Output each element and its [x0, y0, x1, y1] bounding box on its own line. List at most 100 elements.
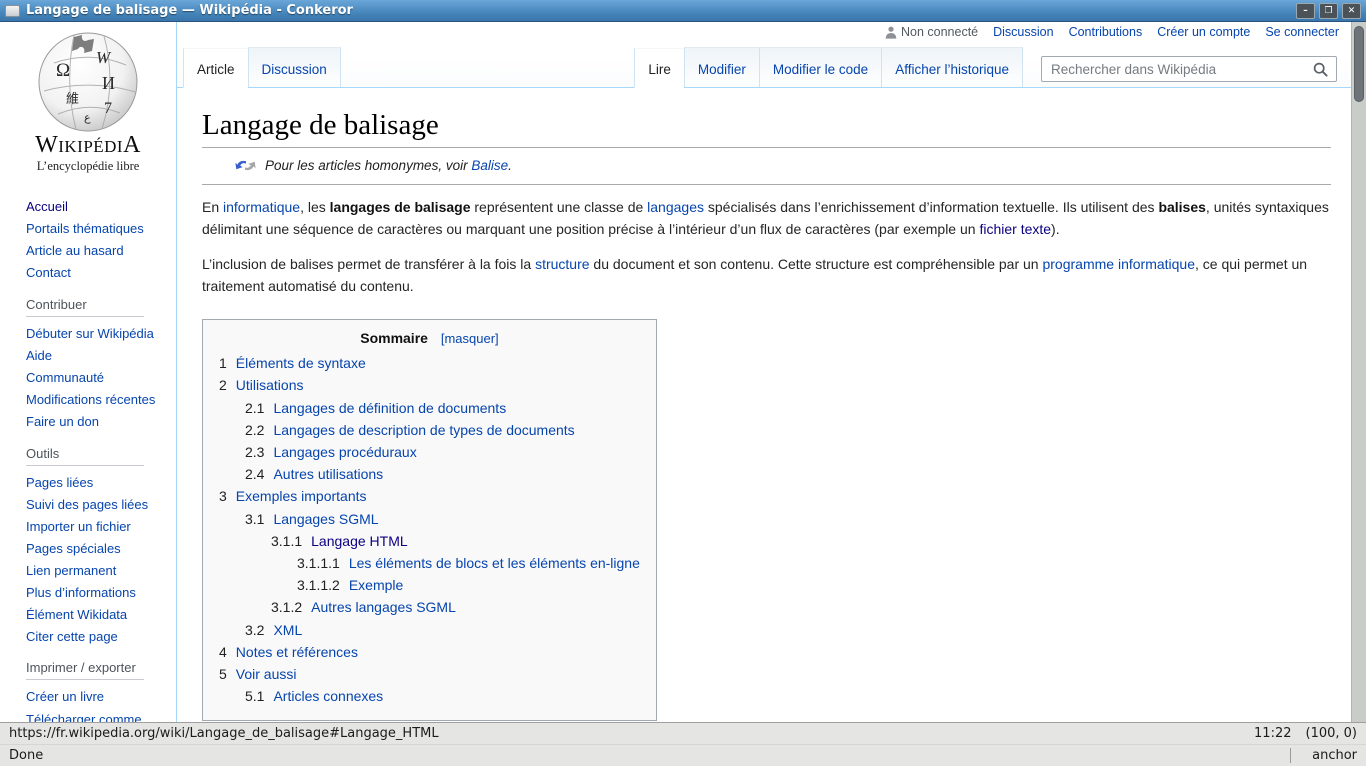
sidebar-item-faire-un-don[interactable]: Faire un don [26, 413, 164, 431]
sidebar-link-citer-cette-page[interactable]: Citer cette page [26, 629, 118, 644]
minimize-button[interactable]: – [1296, 3, 1315, 19]
wikipedia-logo[interactable]: Ω W И 維 7 ع WikipédiA L’encyclopédie lib… [0, 22, 176, 174]
sidebar-item-portails-thematiques[interactable]: Portails thématiques [26, 220, 164, 238]
wiki-link-programme-informatique[interactable]: programme informatique [1042, 256, 1195, 272]
toc-item-1[interactable]: 1Éléments de syntaxe [219, 352, 640, 374]
toc-link-exemple[interactable]: Exemple [349, 577, 403, 593]
personal-link-contributions[interactable]: Contributions [1069, 25, 1143, 39]
personal-link-creer-un-compte[interactable]: Créer un compte [1157, 25, 1250, 39]
toc-item-3-2[interactable]: 3.2XML [219, 619, 640, 641]
sidebar-item-lien-permanent[interactable]: Lien permanent [26, 562, 164, 580]
toc-item-5-1[interactable]: 5.1Articles connexes [219, 685, 640, 707]
sidebar-link-lien-permanent[interactable]: Lien permanent [26, 563, 116, 578]
toc-hide-toggle[interactable]: [masquer] [441, 331, 499, 346]
toc-link-langages-sgml[interactable]: Langages SGML [273, 511, 378, 527]
sidebar-item-element-wikidata[interactable]: Élément Wikidata [26, 606, 164, 624]
toc-item-2-1[interactable]: 2.1Langages de définition de documents [219, 397, 640, 419]
sidebar-item-debuter-sur-wikipedia[interactable]: Débuter sur Wikipédia [26, 325, 164, 343]
sidebar-item-contact[interactable]: Contact [26, 264, 164, 282]
sidebar-link-accueil[interactable]: Accueil [26, 199, 68, 214]
toc-link-utilisations[interactable]: Utilisations [236, 377, 304, 393]
toc-link-autres-langages-sgml[interactable]: Autres langages SGML [311, 599, 456, 615]
wiki-link-structure[interactable]: structure [535, 256, 589, 272]
sidebar-link-telecharger-comme-pdf[interactable]: Télécharger comme PDF [26, 712, 142, 722]
tab-discussion[interactable]: Discussion [248, 47, 341, 87]
toc-link-les-elements-de-blocs-et-les-elements-en-ligne[interactable]: Les éléments de blocs et les éléments en… [349, 555, 640, 571]
vertical-scrollbar[interactable] [1351, 22, 1366, 722]
sidebar-item-pages-liees[interactable]: Pages liées [26, 474, 164, 492]
sidebar-link-faire-un-don[interactable]: Faire un don [26, 414, 99, 429]
toc-item-3-1-1-1[interactable]: 3.1.1.1Les éléments de blocs et les élém… [219, 552, 640, 574]
toc-link-exemples-importants[interactable]: Exemples importants [236, 488, 367, 504]
scrollbar-thumb[interactable] [1354, 26, 1364, 102]
sidebar-item-aide[interactable]: Aide [26, 347, 164, 365]
toc-item-3-1-1-2[interactable]: 3.1.1.2Exemple [219, 574, 640, 596]
personal-link-se-connecter[interactable]: Se connecter [1265, 25, 1339, 39]
sidebar-link-importer-un-fichier[interactable]: Importer un fichier [26, 519, 131, 534]
toc-item-4[interactable]: 4Notes et références [219, 641, 640, 663]
toc-item-3[interactable]: 3Exemples importants [219, 485, 640, 507]
sidebar-link-modifications-recentes[interactable]: Modifications récentes [26, 392, 155, 407]
tab-lire[interactable]: Lire [634, 48, 684, 88]
sidebar-link-creer-un-livre[interactable]: Créer un livre [26, 689, 104, 704]
wikipedia-page: Non connecté Discussion Contributions Crée… [0, 22, 1351, 722]
toc-link-elements-de-syntaxe[interactable]: Éléments de syntaxe [236, 355, 366, 371]
search-icon[interactable] [1313, 62, 1328, 77]
search-box [1041, 56, 1337, 82]
toc-link-voir-aussi[interactable]: Voir aussi [236, 666, 297, 682]
sidebar-item-pages-speciales[interactable]: Pages spéciales [26, 540, 164, 558]
toc-item-3-1[interactable]: 3.1Langages SGML [219, 508, 640, 530]
toc-item-2-4[interactable]: 2.4Autres utilisations [219, 463, 640, 485]
toc-link-langages-proceduraux[interactable]: Langages procéduraux [273, 444, 416, 460]
toc-item-3-1-1[interactable]: 3.1.1Langage HTML [219, 530, 640, 552]
toc-item-5[interactable]: 5Voir aussi [219, 663, 640, 685]
toc-item-3-1-2[interactable]: 3.1.2Autres langages SGML [219, 596, 640, 618]
toc-link-langages-de-description-de-types-de-documents[interactable]: Langages de description de types de docu… [273, 422, 574, 438]
sidebar-item-modifications-recentes[interactable]: Modifications récentes [26, 391, 164, 409]
sidebar-link-debuter-sur-wikipedia[interactable]: Débuter sur Wikipédia [26, 326, 154, 341]
personal-link-discussion[interactable]: Discussion [993, 25, 1053, 39]
window-menu-icon[interactable] [5, 5, 20, 17]
tab-afficher-l-historique[interactable]: Afficher l’historique [881, 47, 1023, 87]
toc-link-langages-de-definition-de-documents[interactable]: Langages de définition de documents [273, 400, 506, 416]
toc-link-autres-utilisations[interactable]: Autres utilisations [273, 466, 383, 482]
minibuffer-row[interactable]: Done anchor [0, 745, 1366, 766]
wiki-link-informatique[interactable]: informatique [223, 199, 300, 215]
toc-link-notes-et-references[interactable]: Notes et références [236, 644, 358, 660]
wiki-link-langages[interactable]: langages [647, 199, 704, 215]
sidebar-link-contact[interactable]: Contact [26, 265, 71, 280]
sidebar-link-plus-d-informations[interactable]: Plus d’informations [26, 585, 136, 600]
search-input[interactable] [1042, 62, 1313, 77]
toc-link-xml[interactable]: XML [273, 622, 302, 638]
toc-item-2[interactable]: 2Utilisations [219, 374, 640, 396]
sidebar-item-article-au-hasard[interactable]: Article au hasard [26, 242, 164, 260]
tab-modifier-le-code[interactable]: Modifier le code [759, 47, 881, 87]
sidebar-link-element-wikidata[interactable]: Élément Wikidata [26, 607, 127, 622]
toc-link-langage-html[interactable]: Langage HTML [311, 533, 408, 549]
sidebar-item-accueil[interactable]: Accueil [26, 198, 164, 216]
sidebar-link-pages-speciales[interactable]: Pages spéciales [26, 541, 121, 556]
tab-article[interactable]: Article [183, 48, 248, 88]
login-status: Non connecté [885, 25, 978, 39]
restore-button[interactable]: ❐ [1319, 3, 1338, 19]
sidebar-link-aide[interactable]: Aide [26, 348, 52, 363]
sidebar-item-communaute[interactable]: Communauté [26, 369, 164, 387]
sidebar-link-communaute[interactable]: Communauté [26, 370, 104, 385]
sidebar-item-citer-cette-page[interactable]: Citer cette page [26, 628, 164, 646]
sidebar-link-pages-liees[interactable]: Pages liées [26, 475, 93, 490]
wiki-link-balise[interactable]: Balise [471, 158, 508, 173]
sidebar-link-portails-thematiques[interactable]: Portails thématiques [26, 221, 144, 236]
sidebar-item-plus-d-informations[interactable]: Plus d’informations [26, 584, 164, 602]
toc-link-articles-connexes[interactable]: Articles connexes [273, 688, 383, 704]
sidebar-item-telecharger-comme-pdf[interactable]: Télécharger comme PDF [26, 711, 164, 722]
close-button[interactable]: ✕ [1342, 3, 1361, 19]
sidebar-item-suivi-des-pages-liees[interactable]: Suivi des pages liées [26, 496, 164, 514]
sidebar-link-suivi-des-pages-liees[interactable]: Suivi des pages liées [26, 497, 148, 512]
toc-item-2-3[interactable]: 2.3Langages procéduraux [219, 441, 640, 463]
toc-item-2-2[interactable]: 2.2Langages de description de types de d… [219, 419, 640, 441]
sidebar-link-article-au-hasard[interactable]: Article au hasard [26, 243, 124, 258]
wiki-link-fichier-texte[interactable]: fichier texte [979, 221, 1051, 237]
sidebar-item-importer-un-fichier[interactable]: Importer un fichier [26, 518, 164, 536]
sidebar-item-creer-un-livre[interactable]: Créer un livre [26, 688, 164, 706]
tab-modifier[interactable]: Modifier [684, 47, 759, 87]
